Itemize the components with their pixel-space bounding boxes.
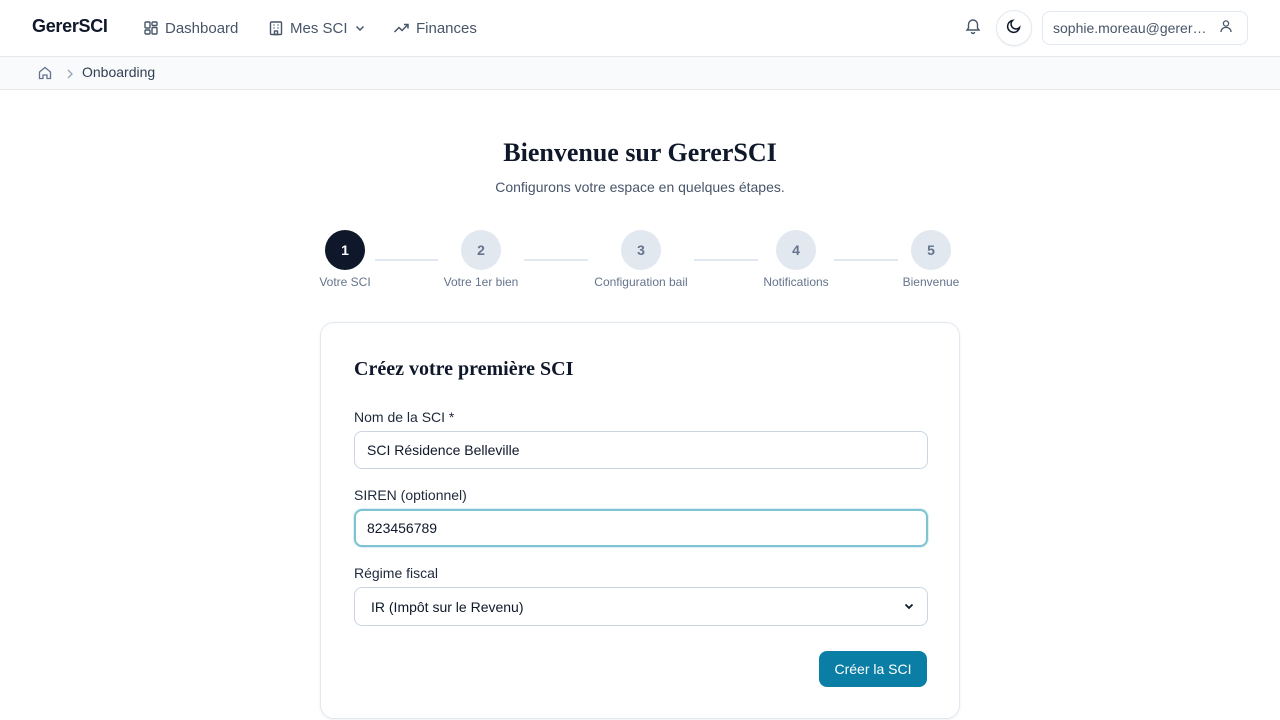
breadcrumb-current: Onboarding: [82, 64, 156, 80]
breadcrumb: Onboarding: [0, 57, 1280, 90]
step-connector: [834, 259, 898, 261]
page-title: Bienvenue sur GererSCI: [503, 138, 777, 167]
brand-logo[interactable]: GererSCI: [32, 16, 108, 37]
nav-dashboard-label: Dashboard: [165, 19, 239, 37]
nav-mes-sci-label: Mes SCI: [290, 19, 348, 37]
nav-finances[interactable]: Finances: [393, 17, 477, 39]
regime-fiscal-select[interactable]: IR (Impôt sur le Revenu): [354, 587, 928, 626]
create-sci-button[interactable]: Créer la SCI: [819, 651, 927, 687]
step-1-indicator: 1: [325, 230, 365, 270]
step-1-label: Votre SCI: [319, 275, 371, 289]
step-4-indicator: 4: [776, 230, 816, 270]
step-2-indicator: 2: [461, 230, 501, 270]
trending-up-icon: [393, 20, 410, 36]
chevron-down-icon: [354, 22, 366, 34]
step-5-label: Bienvenue: [902, 275, 960, 289]
notifications-button[interactable]: [962, 17, 984, 39]
siren-input[interactable]: [354, 509, 928, 547]
form-title: Créez votre première SCI: [354, 358, 574, 380]
grid-icon: [143, 20, 159, 36]
step-5-indicator: 5: [911, 230, 951, 270]
theme-toggle-button[interactable]: [996, 10, 1032, 46]
chevron-down-icon: [903, 599, 915, 615]
user-icon: [1219, 19, 1233, 38]
building-icon: [268, 20, 284, 36]
user-email: sophie.moreau@gerersci.fr: [1053, 20, 1211, 36]
top-navbar: GererSCI Dashboard Mes SCI Finances soph…: [0, 0, 1280, 57]
step-connector: [694, 259, 758, 261]
moon-icon: [1006, 18, 1022, 39]
regime-fiscal-value: IR (Impôt sur le Revenu): [371, 598, 524, 615]
siren-label: SIREN (optionnel): [354, 487, 467, 503]
sci-name-label: Nom de la SCI *: [354, 409, 455, 425]
step-connector: [375, 259, 438, 261]
user-menu-button[interactable]: sophie.moreau@gerersci.fr: [1042, 11, 1248, 45]
page-subtitle: Configurons votre espace en quelques éta…: [495, 179, 785, 195]
step-3-indicator: 3: [621, 230, 661, 270]
bell-icon: [964, 17, 982, 40]
nav-dashboard[interactable]: Dashboard: [143, 17, 238, 39]
create-sci-card: Créez votre première SCI Nom de la SCI *…: [320, 322, 960, 719]
home-icon[interactable]: [37, 65, 53, 81]
step-2-label: Votre 1er bien: [443, 275, 519, 289]
regime-fiscal-label: Régime fiscal: [354, 565, 439, 581]
chevron-right-icon: [66, 67, 74, 85]
nav-finances-label: Finances: [416, 19, 477, 37]
nav-mes-sci[interactable]: Mes SCI: [268, 17, 366, 39]
step-3-label: Configuration bail: [594, 275, 688, 289]
sci-name-input[interactable]: [354, 431, 928, 469]
step-connector: [524, 259, 588, 261]
step-4-label: Notifications: [763, 275, 829, 289]
